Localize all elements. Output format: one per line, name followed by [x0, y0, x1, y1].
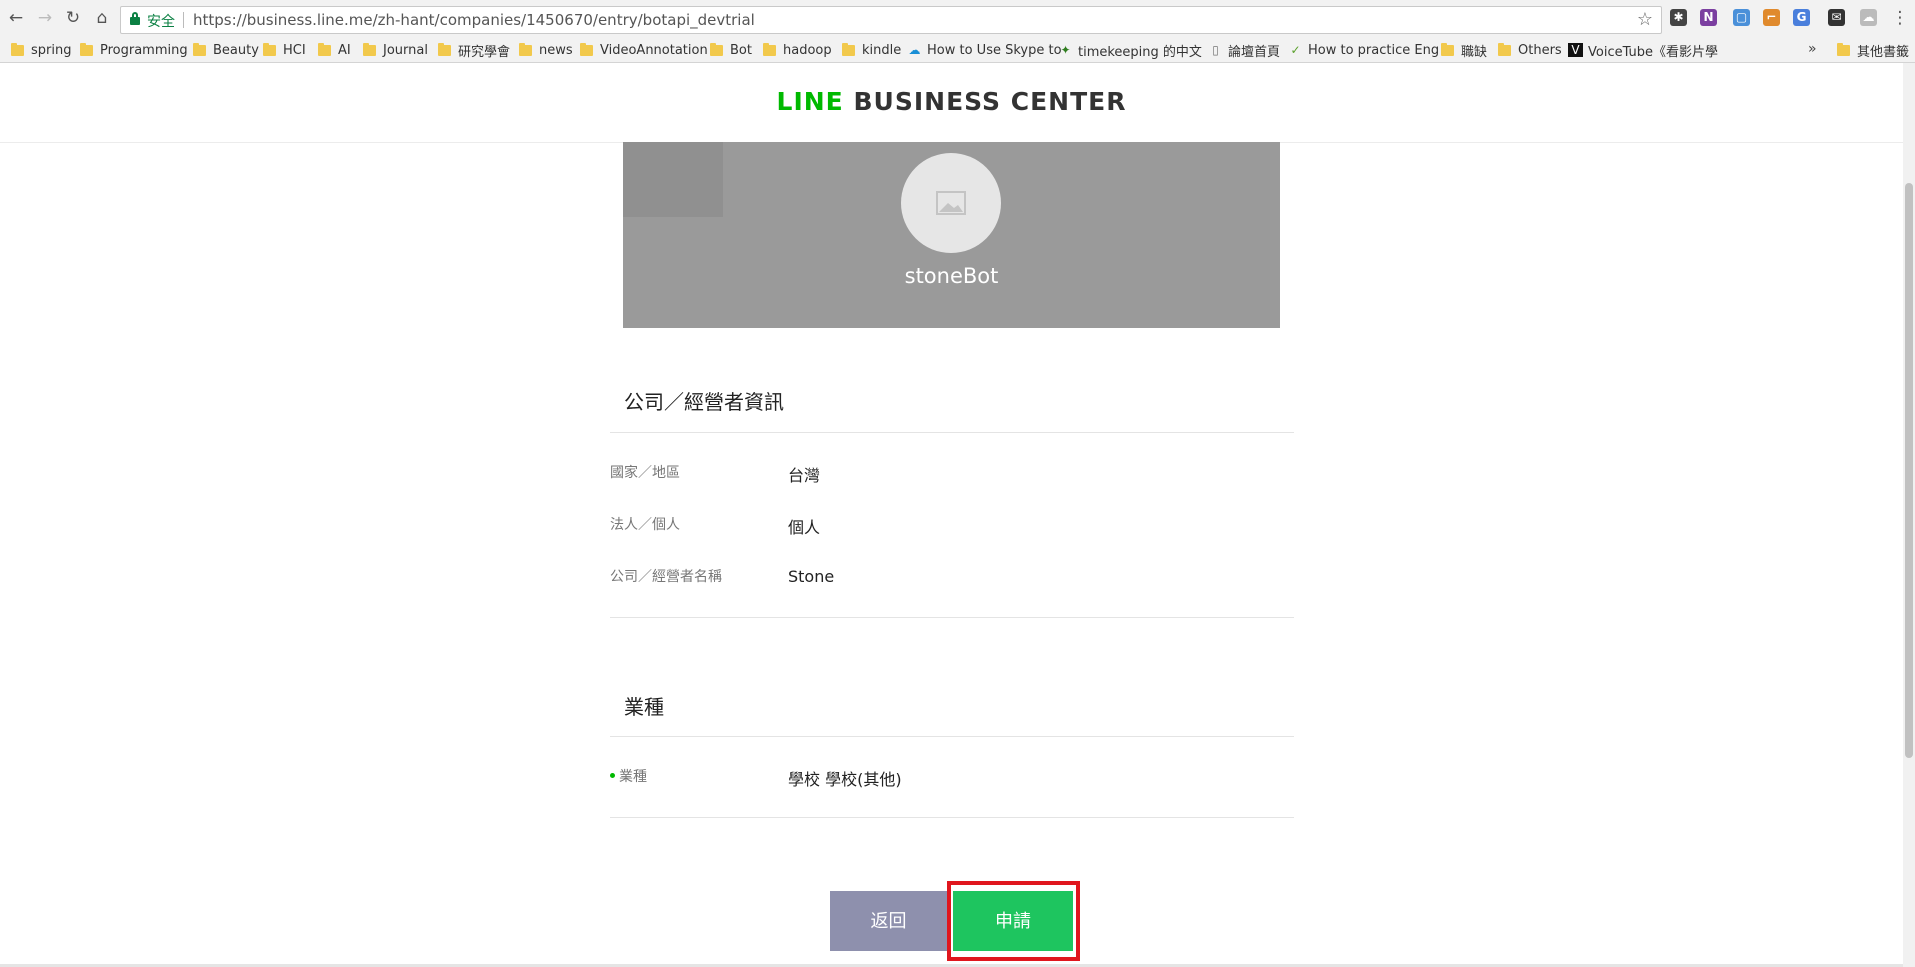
bookmark-item[interactable]: ✓ How to practice Eng	[1288, 41, 1439, 59]
bookmark-item[interactable]: 其他書籤	[1837, 41, 1909, 60]
folder-icon	[318, 42, 331, 56]
image-placeholder-icon	[936, 191, 966, 215]
company-name-label: 公司／經營者名稱	[610, 569, 722, 585]
bot-name: stoneBot	[904, 264, 999, 288]
tools-extension-icon[interactable]: ⌐	[1763, 9, 1780, 26]
browser-menu-icon[interactable]: ⋮	[1890, 8, 1910, 28]
bookmarks-overflow-icon[interactable]: »	[1808, 41, 1817, 57]
bookmarks-bar: spring Programming Beauty HCI AI Journal…	[0, 38, 1915, 63]
cloud-extension-icon[interactable]: ☁	[1860, 9, 1877, 26]
bookmark-item[interactable]: AI	[318, 41, 351, 59]
bookmark-item[interactable]: Programming	[80, 41, 188, 59]
leaf-favicon-icon: ✓	[1290, 43, 1301, 57]
apply-button-highlight	[947, 881, 1080, 961]
folder-icon	[519, 42, 532, 56]
page-scrollbar[interactable]	[1903, 63, 1915, 967]
bookmark-item[interactable]: ✦ timekeeping 的中文	[1058, 41, 1201, 60]
folder-icon	[438, 42, 451, 56]
company-section-title: 公司／經營者資訊	[624, 390, 784, 414]
bookmark-item[interactable]: 研究學會	[438, 41, 510, 60]
bookmark-item[interactable]: news	[519, 41, 573, 59]
page-header: LINE BUSINESS CENTER	[0, 63, 1903, 143]
entity-type-label: 法人／個人	[610, 517, 680, 533]
section-divider	[610, 736, 1294, 737]
forward-arrow-icon[interactable]: →	[35, 8, 55, 28]
industry-value: 學校 學校(其他)	[788, 770, 902, 789]
company-name-value: Stone	[788, 567, 835, 586]
required-dot-icon	[610, 772, 615, 778]
folder-icon	[1837, 42, 1850, 56]
industry-label: 業種	[610, 766, 647, 786]
bookmark-item[interactable]: Others	[1498, 41, 1562, 59]
chat-extension-icon[interactable]: ✉	[1828, 9, 1845, 26]
bookmark-item[interactable]: ▯ 論壇首頁	[1208, 41, 1280, 60]
bookmark-item[interactable]: Beauty	[193, 41, 259, 59]
bot-avatar	[901, 153, 1001, 253]
line-business-center-logo[interactable]: LINE BUSINESS CENTER	[0, 87, 1903, 116]
section-divider	[610, 617, 1294, 618]
skype-favicon-icon: ☁	[908, 43, 921, 57]
bookmark-item[interactable]: kindle	[842, 41, 901, 59]
bookmark-item[interactable]: HCI	[263, 41, 306, 59]
back-arrow-icon[interactable]: ←	[6, 8, 26, 28]
folder-icon	[11, 42, 24, 56]
bookmark-item[interactable]: Bot	[710, 41, 752, 59]
screenshot-extension-icon[interactable]: ▢	[1733, 9, 1750, 26]
lock-icon	[130, 12, 140, 25]
folder-icon	[363, 42, 376, 56]
bookmark-star-icon[interactable]: ☆	[1637, 9, 1653, 30]
folder-icon	[1498, 42, 1511, 56]
industry-section-title: 業種	[624, 695, 664, 719]
folder-icon	[842, 42, 855, 56]
translate-extension-icon[interactable]: G	[1793, 9, 1810, 26]
browser-toolbar: ← → ↻ ⌂ 安全 https://business.line.me/zh-h…	[0, 0, 1915, 38]
country-value: 台灣	[788, 466, 821, 485]
home-icon[interactable]: ⌂	[92, 8, 112, 28]
bookmark-item[interactable]: hadoop	[763, 41, 832, 59]
scrollbar-thumb[interactable]	[1905, 183, 1913, 758]
folder-icon	[80, 42, 93, 56]
folder-icon	[710, 42, 723, 56]
url-text[interactable]: https://business.line.me/zh-hant/compani…	[193, 11, 755, 29]
bookmark-item[interactable]: spring	[11, 41, 71, 59]
country-label: 國家／地區	[610, 465, 680, 481]
bookmark-item[interactable]: ☁ How to Use Skype to	[907, 41, 1062, 59]
voicetube-favicon-icon: V	[1568, 43, 1583, 57]
page-icon: ▯	[1212, 43, 1219, 57]
bookmark-item[interactable]: VideoAnnotation	[580, 41, 708, 59]
bookmark-item[interactable]: Journal	[363, 41, 428, 59]
folder-icon	[763, 42, 776, 56]
bot-cover-banner: stoneBot	[623, 142, 1280, 328]
entity-type-value: 個人	[788, 518, 821, 537]
dictionary-favicon-icon: ✦	[1060, 43, 1071, 57]
bookmark-item[interactable]: V VoiceTube《看影片學	[1568, 41, 1718, 60]
folder-icon	[1441, 42, 1454, 56]
onenote-extension-icon[interactable]: N	[1700, 9, 1717, 26]
folder-icon	[263, 42, 276, 56]
back-button[interactable]: 返回	[830, 891, 947, 951]
section-divider	[610, 817, 1294, 818]
cover-image-placeholder	[623, 142, 723, 217]
settings-extension-icon[interactable]: ✱	[1670, 9, 1687, 26]
folder-icon	[193, 42, 206, 56]
address-bar[interactable]: 安全 https://business.line.me/zh-hant/comp…	[120, 6, 1662, 34]
bookmark-item[interactable]: 職缺	[1441, 41, 1487, 60]
reload-icon[interactable]: ↻	[63, 8, 83, 28]
section-divider	[610, 432, 1294, 433]
secure-label: 安全	[147, 14, 175, 30]
folder-icon	[580, 42, 593, 56]
